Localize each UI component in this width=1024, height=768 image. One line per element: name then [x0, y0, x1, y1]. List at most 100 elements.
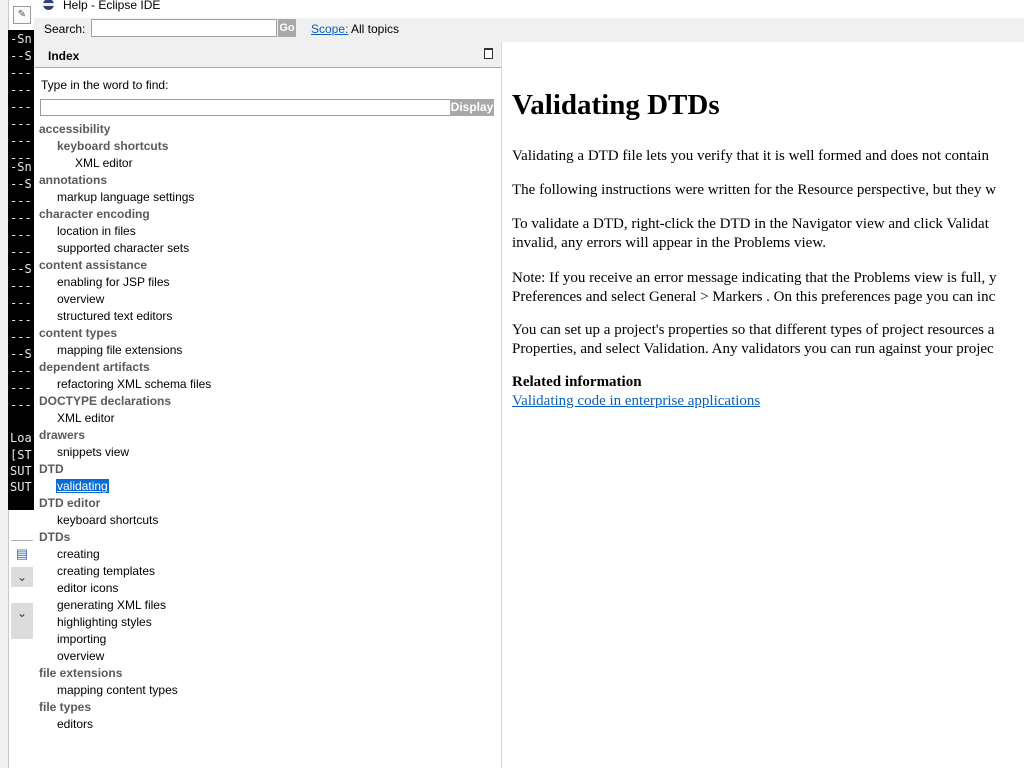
console-line: --- [10, 364, 32, 378]
index-subentry[interactable]: keyboard shortcuts [57, 513, 158, 527]
index-subentry[interactable]: editor icons [57, 581, 118, 595]
index-entry-label: creating [57, 547, 100, 561]
paragraph-line: To validate a DTD, right-click the DTD i… [512, 216, 989, 232]
console-line: --- [10, 279, 32, 293]
index-entry-label: DOCTYPE declarations [39, 394, 172, 408]
index-entry-label: file types [39, 700, 92, 714]
chevron-down-icon[interactable]: ⌄ [11, 567, 33, 587]
console-line: --- [10, 100, 32, 114]
app-icon[interactable]: ✎ [13, 6, 31, 24]
index-entry-label: DTDs [39, 530, 71, 544]
scope-value: All topics [351, 22, 400, 36]
index-keyword[interactable]: accessibility [39, 122, 110, 136]
console-output: -Sn --S --- --- --- --- --- --- -Sn --S --- --- --- -… [8, 30, 34, 510]
index-subentry[interactable]: overview [57, 292, 104, 306]
index-subentry[interactable]: overview [57, 649, 104, 663]
page-title: Validating DTDs [512, 89, 720, 121]
index-subentry[interactable]: structured text editors [57, 309, 172, 323]
index-entry-label: keyboard shortcuts [57, 513, 159, 527]
index-entry-label: generating XML files [57, 598, 166, 612]
index-entry-label: file extensions [39, 666, 123, 680]
index-entry-label: location in files [57, 224, 136, 238]
index-subentry[interactable]: location in files [57, 224, 136, 238]
index-entry-label: structured text editors [57, 309, 173, 323]
index-entry-label: importing [57, 632, 107, 646]
paragraph-line: Preferences and select General > Markers… [512, 288, 996, 305]
index-subentry[interactable]: supported character sets [57, 241, 189, 255]
index-entry-label: keyboard shortcuts [57, 139, 169, 153]
paragraph-line: You can set up a project's properties so… [512, 322, 995, 338]
index-subentry[interactable]: snippets view [57, 445, 129, 459]
index-subentry[interactable]: keyboard shortcuts [57, 139, 168, 153]
index-keyword[interactable]: character encoding [39, 207, 150, 221]
index-header: Index [34, 42, 501, 68]
go-button[interactable]: Go [278, 19, 296, 37]
index-subentry[interactable]: generating XML files [57, 598, 166, 612]
index-subentry[interactable]: enabling for JSP files [57, 275, 170, 289]
console-line: [ST [10, 448, 32, 462]
divider [11, 540, 33, 541]
console-line: --- [10, 330, 32, 344]
index-keyword[interactable]: drawers [39, 428, 85, 442]
title-bar: Help - Eclipse IDE [34, 0, 1024, 12]
console-line: --- [10, 194, 32, 208]
index-subentry[interactable]: importing [57, 632, 106, 646]
index-tab[interactable]: Index [48, 49, 79, 63]
index-entry-label: refactoring XML schema files [57, 377, 212, 391]
index-entry-label: highlighting styles [57, 615, 152, 629]
index-subentry[interactable]: markup language settings [57, 190, 194, 204]
window-title: Help - Eclipse IDE [63, 0, 161, 12]
console-line: --- [10, 83, 32, 97]
display-button[interactable]: Display [450, 99, 494, 116]
index-entry-selected: validating [56, 479, 109, 493]
index-subentry[interactable]: mapping content types [57, 683, 178, 697]
console-line: --- [10, 228, 32, 242]
index-keyword[interactable]: DTD editor [39, 496, 100, 510]
index-entry-label: editor icons [57, 581, 119, 595]
console-line: --- [10, 296, 32, 310]
console-line: --- [10, 66, 32, 80]
chevron-down-icon[interactable]: ⌄ [11, 603, 33, 639]
index-keyword[interactable]: annotations [39, 173, 107, 187]
index-entry-label: markup language settings [57, 190, 195, 204]
search-input[interactable] [91, 19, 277, 37]
index-entry-label: snippets view [57, 445, 130, 459]
paragraph-line: Properties, and select Validation. Any v… [512, 340, 994, 357]
console-line: SUT [10, 480, 32, 494]
index-keyword[interactable]: file extensions [39, 666, 122, 680]
index-keyword[interactable]: DTDs [39, 530, 70, 544]
index-keyword[interactable]: DOCTYPE declarations [39, 394, 171, 408]
index-subentry[interactable]: creating templates [57, 564, 155, 578]
index-subentry[interactable]: XML editor [75, 156, 133, 170]
find-input[interactable] [40, 99, 452, 116]
console-line: --- [10, 313, 32, 327]
index-entry-label: enabling for JSP files [57, 275, 170, 289]
library-icon[interactable]: ▤ [11, 544, 33, 564]
console-line: --- [10, 134, 32, 148]
index-subentry[interactable]: refactoring XML schema files [57, 377, 211, 391]
index-entry-label: overview [57, 649, 105, 663]
index-keyword[interactable]: content assistance [39, 258, 147, 272]
console-line: --- [10, 381, 32, 395]
related-link[interactable]: Validating code in enterprise applicatio… [512, 393, 760, 410]
console-line: --- [10, 245, 32, 259]
index-subentry[interactable]: creating [57, 547, 100, 561]
index-pane: Index Type in the word to find: Display … [34, 42, 502, 768]
index-keyword[interactable]: DTD [39, 462, 64, 476]
index-subentry[interactable]: XML editor [57, 411, 115, 425]
index-keyword[interactable]: file types [39, 700, 91, 714]
index-subentry[interactable]: highlighting styles [57, 615, 152, 629]
index-entry-label: XML editor [57, 411, 115, 425]
index-entry-label: editors [57, 717, 94, 731]
index-subentry[interactable]: editors [57, 717, 93, 731]
index-subentry[interactable]: validating [56, 479, 109, 493]
maximize-icon[interactable] [484, 48, 493, 59]
eclipse-icon [43, 0, 54, 10]
scope-link[interactable]: Scope: [311, 22, 348, 36]
index-keyword[interactable]: content types [39, 326, 117, 340]
index-entry-label: supported character sets [57, 241, 190, 255]
index-entry-label: character encoding [39, 207, 150, 221]
index-subentry[interactable]: mapping file extensions [57, 343, 182, 357]
paragraph-line: Validating a DTD file lets you verify th… [512, 148, 989, 164]
index-keyword[interactable]: dependent artifacts [39, 360, 150, 374]
